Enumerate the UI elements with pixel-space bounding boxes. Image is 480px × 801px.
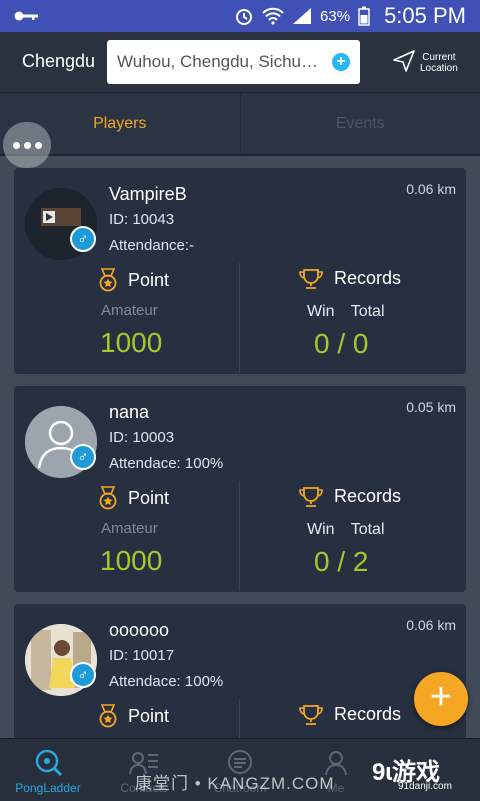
player-record: 0 / 0 xyxy=(314,328,368,360)
location-search-value[interactable]: Wuhou, Chengdu, Sichu… xyxy=(117,52,332,72)
battery-icon xyxy=(358,6,370,26)
trophy-icon xyxy=(298,269,324,289)
win-total-label: Win Total xyxy=(307,521,385,539)
divider xyxy=(239,481,240,591)
records-label: Records xyxy=(334,268,401,289)
current-location-label-2: Location xyxy=(420,63,458,74)
dot-icon xyxy=(13,142,20,149)
player-name: oooooo xyxy=(109,620,169,641)
signal-icon xyxy=(292,7,312,25)
player-attendance: Attendance:- xyxy=(109,237,194,254)
tab-events[interactable]: Events xyxy=(240,93,480,154)
nav-label: PongLadder xyxy=(15,781,80,795)
wifi-icon xyxy=(262,7,284,25)
player-id: ID: 10003 xyxy=(109,429,174,446)
player-distance: 0.05 km xyxy=(406,399,456,415)
player-card[interactable]: ♂ oooooo ID: 10017 Attendace: 100% 0.06 … xyxy=(14,604,466,738)
watermark-left: 康堂门 • KANGZM.COM xyxy=(135,769,335,794)
player-id: ID: 10043 xyxy=(109,211,174,228)
player-card[interactable]: ♂ VampireB ID: 10043 Attendance:- 0.06 k… xyxy=(14,168,466,374)
status-bar: 63% 5:05 PM xyxy=(0,0,480,32)
records-label: Records xyxy=(334,704,401,725)
male-icon: ♂ xyxy=(70,444,96,470)
battery-percent: 63% xyxy=(320,8,350,25)
city-label[interactable]: Chengdu xyxy=(22,51,95,72)
player-name: nana xyxy=(109,402,149,423)
current-location-label: Current xyxy=(420,52,458,63)
location-bar: Chengdu Wuhou, Chengdu, Sichu… + Current… xyxy=(0,32,480,93)
player-distance: 0.06 km xyxy=(406,181,456,197)
tab-bar: Players Events xyxy=(0,93,480,156)
player-record: 0 / 2 xyxy=(314,546,368,578)
more-options-button[interactable] xyxy=(3,122,51,168)
navigation-arrow-icon xyxy=(392,49,416,78)
divider xyxy=(239,699,240,738)
key-icon xyxy=(14,10,40,22)
dot-icon xyxy=(24,142,31,149)
point-label: Point xyxy=(128,488,169,509)
point-label: Point xyxy=(128,706,169,727)
dot-icon xyxy=(35,142,42,149)
player-distance: 0.06 km xyxy=(406,617,456,633)
medal-icon xyxy=(98,486,118,510)
player-level: Amateur xyxy=(101,520,158,537)
trophy-icon xyxy=(298,487,324,507)
records-label: Records xyxy=(334,486,401,507)
player-name: VampireB xyxy=(109,184,187,205)
male-icon: ♂ xyxy=(70,662,96,688)
point-label: Point xyxy=(128,270,169,291)
alarm-icon xyxy=(234,6,254,26)
add-button[interactable]: + xyxy=(414,672,468,726)
player-attendance: Attendace: 100% xyxy=(109,455,223,472)
medal-icon xyxy=(98,704,118,728)
player-level: Amateur xyxy=(101,302,158,319)
player-id: ID: 10017 xyxy=(109,647,174,664)
watermark-url: 91danji.com xyxy=(398,781,452,792)
ladder-search-icon xyxy=(33,749,63,777)
location-search-field[interactable]: Wuhou, Chengdu, Sichu… + xyxy=(107,40,360,84)
player-card[interactable]: ♂ nana ID: 10003 Attendace: 100% 0.05 km… xyxy=(14,386,466,592)
clock: 5:05 PM xyxy=(384,3,466,29)
male-icon: ♂ xyxy=(70,226,96,252)
player-points: 1000 xyxy=(100,545,162,577)
trophy-icon xyxy=(298,705,324,725)
player-attendance: Attendace: 100% xyxy=(109,673,223,690)
add-location-icon[interactable]: + xyxy=(332,53,350,71)
player-list[interactable]: ♂ VampireB ID: 10043 Attendance:- 0.06 k… xyxy=(0,156,480,738)
nav-pongladder[interactable]: PongLadder xyxy=(0,739,96,801)
win-total-label: Win Total xyxy=(307,303,385,321)
current-location-button[interactable]: Current Location xyxy=(392,48,472,78)
divider xyxy=(239,263,240,373)
player-points: 1000 xyxy=(100,327,162,359)
medal-icon xyxy=(98,268,118,292)
